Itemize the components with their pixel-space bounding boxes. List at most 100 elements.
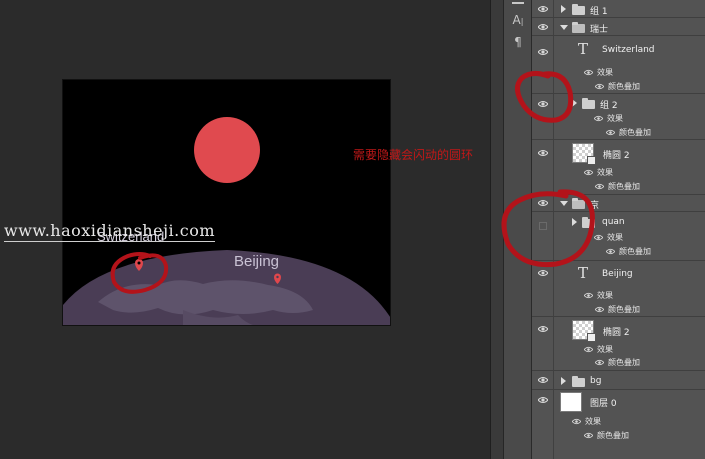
char-panel-icon[interactable]	[510, 0, 526, 6]
eye-icon	[538, 23, 548, 30]
sun-circle	[194, 117, 260, 183]
hidden-eye-box	[539, 222, 547, 230]
layer-row-group2[interactable]: 组 2 效果 颜色叠加	[532, 94, 705, 140]
color-overlay-label: 颜色叠加	[608, 358, 640, 367]
eye-icon[interactable]	[594, 234, 603, 241]
folder-icon	[582, 217, 595, 228]
effects-label: 效果	[597, 345, 613, 354]
layer-name: bg	[590, 376, 602, 386]
visibility-toggle[interactable]	[532, 390, 554, 459]
eye-icon	[538, 49, 548, 55]
layer-row-ellipse2[interactable]: 椭圆 2 效果 颜色叠加	[532, 140, 705, 195]
eye-icon[interactable]	[594, 115, 603, 122]
visibility-toggle[interactable]	[532, 212, 554, 260]
watermark-text: www.haoxidiansheji.com	[4, 221, 216, 242]
layer-row-ellipse2-b[interactable]: 椭圆 2 效果 颜色叠加	[532, 317, 705, 371]
layer-thumbnail	[560, 392, 582, 412]
visibility-toggle[interactable]	[532, 261, 554, 316]
color-overlay-label: 颜色叠加	[608, 305, 640, 314]
shape-badge-icon	[587, 333, 596, 342]
layer-name: Beijing	[602, 269, 633, 279]
artboard-graphic	[63, 117, 390, 325]
text-layer-icon: T	[578, 264, 589, 282]
eye-icon[interactable]	[584, 69, 593, 76]
eye-icon[interactable]	[595, 83, 604, 90]
effects-label: 效果	[597, 168, 613, 177]
color-overlay-label: 颜色叠加	[597, 431, 629, 440]
visibility-toggle[interactable]	[532, 140, 554, 194]
eye-icon[interactable]	[584, 346, 593, 353]
folder-open-icon	[572, 22, 585, 33]
effects-label: 效果	[607, 233, 623, 242]
visibility-toggle[interactable]	[532, 317, 554, 370]
shape-badge-icon	[587, 156, 596, 165]
layer-name: 椭圆 2	[603, 151, 630, 161]
collapse-arrow-icon[interactable]	[560, 25, 568, 30]
eye-icon	[538, 397, 548, 403]
eye-icon	[538, 377, 548, 383]
eye-icon[interactable]	[584, 292, 593, 299]
expand-arrow-icon[interactable]	[572, 99, 577, 107]
layer-name: 图层 0	[590, 399, 617, 409]
visibility-toggle[interactable]	[532, 371, 554, 389]
color-overlay-label: 颜色叠加	[608, 182, 640, 191]
layer-row-swiss-group[interactable]: 瑞士	[532, 18, 705, 36]
eye-icon[interactable]	[584, 432, 593, 439]
eye-icon[interactable]	[606, 248, 615, 255]
annotation-text: 需要隐藏会闪动的圆环	[353, 148, 474, 162]
layers-panel: 组 1 瑞士 T Switzerland 效果 颜色叠加 组 2 效果 颜色叠加	[532, 0, 705, 459]
layer-name: 组 2	[600, 101, 618, 111]
layer-row-group1[interactable]: 组 1	[532, 0, 705, 18]
expand-arrow-icon[interactable]	[561, 377, 566, 385]
eye-icon[interactable]	[584, 169, 593, 176]
visibility-toggle[interactable]	[532, 0, 554, 17]
folder-icon	[572, 4, 585, 15]
layer-name: 椭圆 2	[603, 328, 630, 338]
eye-icon	[538, 101, 548, 107]
layer-row-quan[interactable]: quan 效果 颜色叠加	[532, 212, 705, 261]
layer-row-layer0[interactable]: 图层 0 效果 颜色叠加	[532, 390, 705, 459]
layer-row-switzerland-text[interactable]: T Switzerland 效果 颜色叠加	[532, 36, 705, 94]
type-icon[interactable]: A|	[510, 12, 526, 28]
eye-icon	[538, 200, 548, 206]
eye-icon[interactable]	[595, 306, 604, 313]
beijing-label: Beijing	[234, 253, 280, 270]
eye-icon	[538, 150, 548, 156]
canvas-workspace[interactable]: Switzerland Beijing www.haoxidiansheji.c…	[0, 0, 490, 459]
layer-name: Switzerland	[602, 45, 655, 55]
eye-icon[interactable]	[606, 129, 615, 136]
artboard[interactable]: Switzerland Beijing	[62, 79, 391, 326]
layer-name: quan	[602, 217, 625, 227]
effects-label: 效果	[597, 291, 613, 300]
expand-arrow-icon[interactable]	[572, 218, 577, 226]
layer-row-jing-group[interactable]: 京	[532, 195, 705, 212]
eye-icon[interactable]	[595, 183, 604, 190]
folder-open-icon	[572, 198, 585, 209]
layer-name: 京	[590, 201, 600, 211]
text-layer-icon: T	[578, 40, 589, 58]
visibility-toggle[interactable]	[532, 36, 554, 93]
layer-name: 瑞士	[590, 25, 609, 35]
effects-label: 效果	[607, 114, 623, 123]
color-overlay-label: 颜色叠加	[619, 128, 651, 137]
panel-icon-strip: A| ¶	[504, 0, 532, 459]
eye-icon	[538, 5, 548, 12]
visibility-toggle[interactable]	[532, 94, 554, 139]
eye-icon	[538, 270, 548, 276]
expand-arrow-icon[interactable]	[561, 5, 566, 13]
eye-icon	[538, 326, 548, 332]
collapse-arrow-icon[interactable]	[560, 201, 568, 206]
layer-thumbnail	[572, 143, 596, 165]
layer-row-bg[interactable]: bg	[532, 371, 705, 390]
layer-name: 组 1	[590, 7, 608, 17]
visibility-toggle[interactable]	[532, 18, 554, 35]
layer-thumbnail	[572, 320, 596, 342]
eye-icon[interactable]	[595, 359, 604, 366]
eye-icon[interactable]	[572, 418, 581, 425]
folder-icon	[582, 98, 595, 109]
panel-dock-edge	[490, 0, 504, 459]
layer-row-beijing-text[interactable]: T Beijing 效果 颜色叠加	[532, 261, 705, 317]
folder-icon	[572, 376, 585, 387]
paragraph-icon[interactable]: ¶	[510, 34, 526, 50]
visibility-toggle[interactable]	[532, 195, 554, 211]
